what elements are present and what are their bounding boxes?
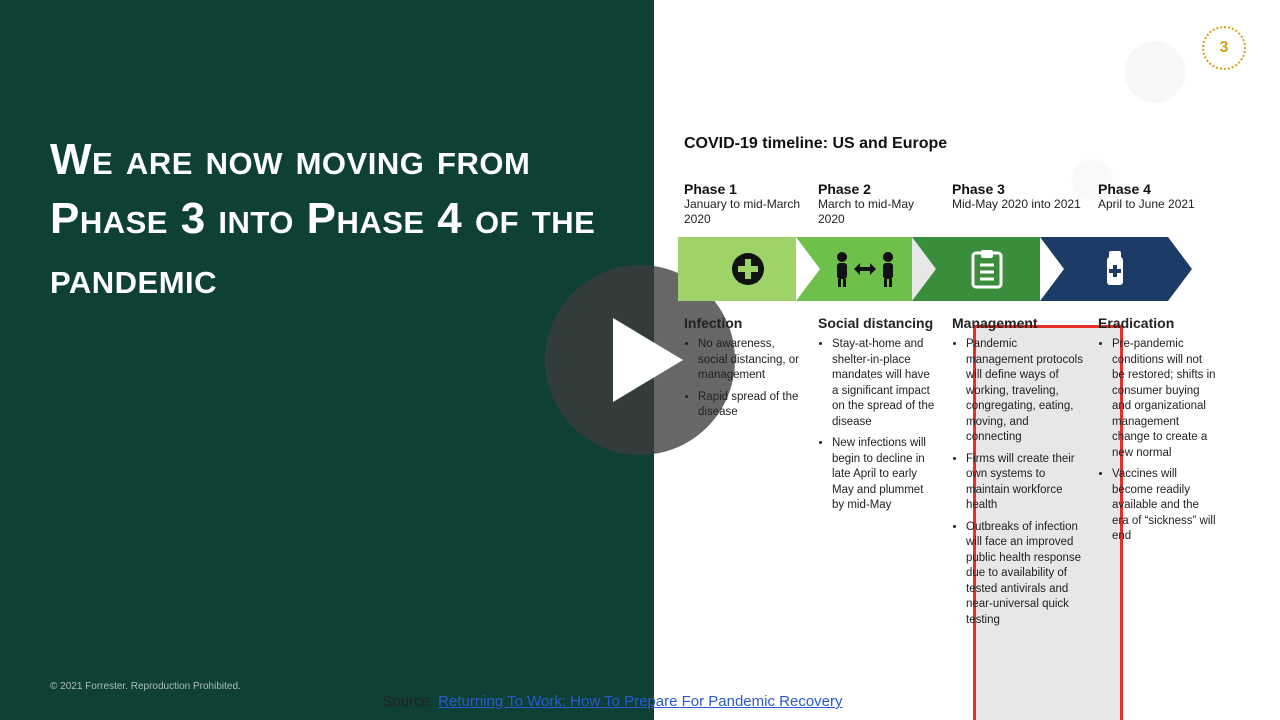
phase-section-title: Management: [952, 315, 1084, 331]
play-icon: [613, 318, 683, 402]
phase-name: Phase 4: [1098, 181, 1222, 197]
phase-header-row: Phase 1 January to mid-March 2020 Phase …: [684, 181, 1258, 227]
source-prefix: Source:: [382, 693, 438, 710]
source-link[interactable]: Returning To Work: How To Prepare For Pa…: [438, 693, 842, 710]
phase-header: Phase 4 April to June 2021: [1098, 181, 1232, 227]
plus-circle-icon: [730, 251, 766, 287]
phase-name: Phase 1: [684, 181, 808, 197]
list-item: Pandemic management protocols will defin…: [966, 337, 1084, 446]
phase-date: March to mid-May 2020: [818, 197, 942, 227]
phase-section-title: Social distancing: [818, 315, 938, 331]
phase-header: Phase 2 March to mid-May 2020: [818, 181, 952, 227]
vial-plus-icon: [1099, 249, 1131, 289]
list-item: Rapid spread of the disease: [698, 390, 804, 421]
arrow-row: [678, 237, 1258, 301]
list-item: Outbreaks of infection will face an impr…: [966, 520, 1084, 629]
copyright-text: © 2021 Forrester. Reproduction Prohibite…: [50, 681, 241, 692]
list-item: Firms will create their own systems to m…: [966, 452, 1084, 514]
list-item: No awareness, social distancing, or mana…: [698, 337, 804, 384]
phase-date: April to June 2021: [1098, 197, 1222, 212]
phase4-arrow: [1040, 237, 1190, 301]
phase-col: Social distancing Stay-at-home and shelt…: [818, 315, 952, 634]
phase-header: Phase 1 January to mid-March 2020: [684, 181, 818, 227]
phase-date: January to mid-March 2020: [684, 197, 808, 227]
list-item: Vaccines will become readily available a…: [1112, 467, 1218, 545]
phase-section-title: Infection: [684, 315, 804, 331]
page-number-badge: 3: [1202, 26, 1246, 70]
list-item: New infections will begin to decline in …: [832, 436, 938, 514]
list-item: Pre-pandemic conditions will not be rest…: [1112, 337, 1218, 461]
phase-col: Management Pandemic management protocols…: [952, 315, 1098, 634]
timeline: COVID-19 timeline: US and Europe Phase 1…: [678, 135, 1258, 634]
slide-title: We are now moving from Phase 3 into Phas…: [50, 130, 604, 308]
phase-header: Phase 3 Mid-May 2020 into 2021: [952, 181, 1098, 227]
timeline-title: COVID-19 timeline: US and Europe: [684, 135, 1258, 153]
phase-col: Eradication Pre-pandemic conditions will…: [1098, 315, 1232, 634]
clipboard-icon: [970, 249, 1004, 289]
people-distance-icon: [830, 249, 900, 289]
phase-col: Infection No awareness, social distancin…: [684, 315, 818, 634]
right-panel: 3 COVID-19 timeline: US and Europe Phase…: [654, 0, 1280, 720]
phase-columns: Infection No awareness, social distancin…: [684, 315, 1258, 634]
list-item: Stay-at-home and shelter-in-place mandat…: [832, 337, 938, 430]
phase-name: Phase 2: [818, 181, 942, 197]
source-line: Source: Returning To Work: How To Prepar…: [382, 693, 842, 710]
phase-name: Phase 3: [952, 181, 1088, 197]
phase-date: Mid-May 2020 into 2021: [952, 197, 1088, 212]
phase-section-title: Eradication: [1098, 315, 1218, 331]
slide: We are now moving from Phase 3 into Phas…: [0, 0, 1280, 720]
